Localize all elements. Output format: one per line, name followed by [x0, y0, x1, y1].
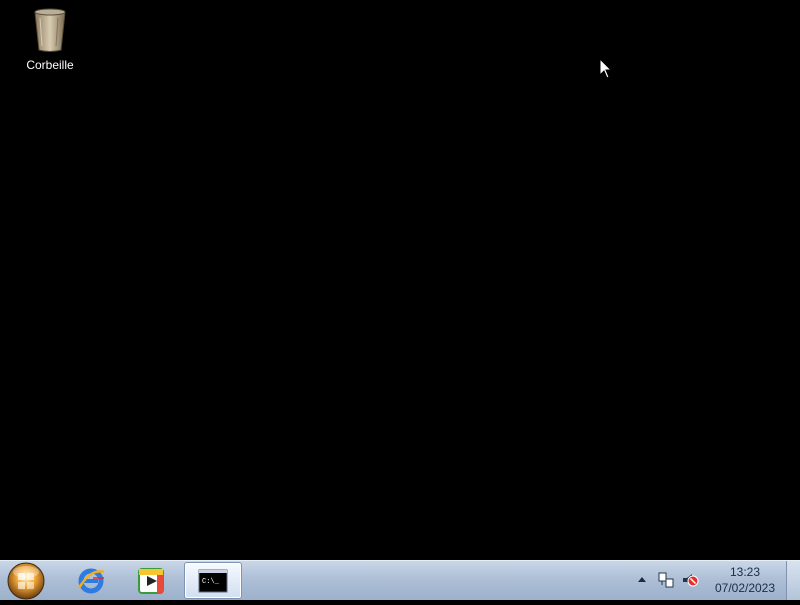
recycle-bin-shortcut[interactable]: Corbeille	[18, 6, 82, 74]
show-desktop-button[interactable]	[786, 561, 800, 600]
command-prompt-icon: C:\_	[198, 569, 228, 592]
cmd-glyph-text: C:\_	[202, 578, 220, 586]
taskbar-media-player-button[interactable]	[122, 562, 180, 599]
clock-time: 13:23	[729, 565, 761, 579]
media-player-icon	[138, 567, 164, 594]
internet-explorer-icon	[77, 568, 105, 593]
clock-date: 07/02/2023	[714, 581, 776, 595]
desktop[interactable]: Corbeille	[0, 0, 800, 560]
volume-muted-icon[interactable]	[680, 570, 700, 590]
recycle-bin-icon	[34, 8, 66, 52]
taskbar-internet-explorer-button[interactable]	[62, 562, 120, 599]
taskbar-command-prompt-button[interactable]: C:\_	[184, 562, 242, 599]
taskbar-clock[interactable]: 13:23 07/02/2023	[708, 564, 782, 596]
start-button[interactable]	[6, 562, 46, 600]
network-icon[interactable]	[656, 570, 676, 590]
windows-start-orb-icon	[7, 562, 45, 600]
recycle-bin-label: Corbeille	[26, 58, 74, 72]
mouse-cursor-icon	[599, 58, 613, 79]
show-hidden-icons-arrow[interactable]	[636, 572, 648, 588]
